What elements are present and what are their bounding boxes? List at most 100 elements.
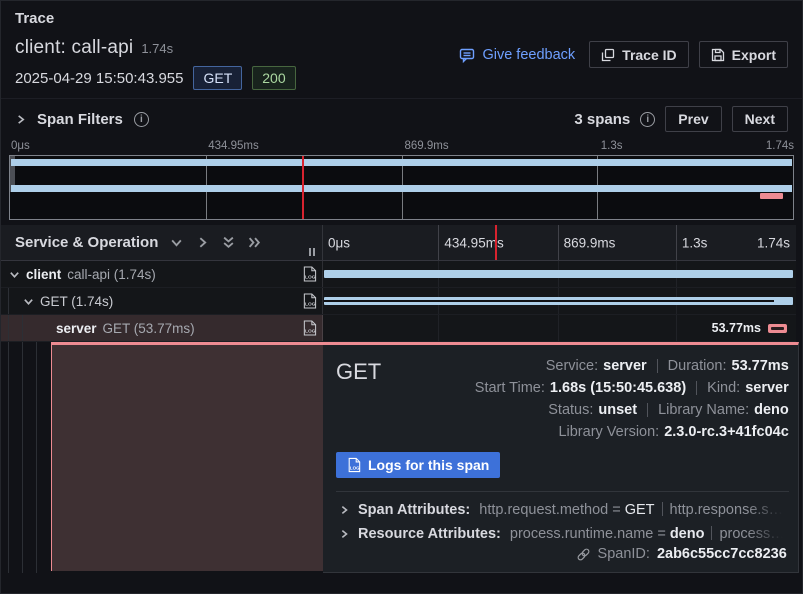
field-label: Library Version:: [558, 424, 659, 440]
span-service: server: [56, 321, 97, 336]
logs-for-span-button[interactable]: LOG Logs for this span: [336, 452, 500, 478]
comment-icon: [459, 47, 475, 63]
panel-title: Trace: [1, 1, 802, 29]
minimap-cursor-line: [302, 156, 304, 219]
span-operation: GET (1.74s): [40, 294, 113, 309]
info-icon[interactable]: i: [134, 112, 149, 127]
grip-icon[interactable]: [309, 248, 315, 256]
minimap-tick: 0μs: [11, 140, 30, 152]
indent-guide: [8, 342, 9, 573]
span-filters-bar: Span Filters i 3 spans i Prev Next: [1, 98, 802, 139]
minimap-span-bar-client: [11, 159, 792, 166]
indent-guide: [36, 342, 37, 573]
export-button[interactable]: Export: [699, 41, 788, 68]
axis-gridline: [558, 225, 559, 260]
field-value: deno: [754, 402, 789, 418]
field-value: 1.68s (15:50:45.638): [550, 380, 686, 396]
field-label: Start Time:: [475, 380, 545, 396]
chevron-down-icon[interactable]: [23, 296, 34, 307]
selected-span-highlight: [51, 342, 323, 571]
span-row-server[interactable]: server GET (53.77ms) LOG 53.77ms: [1, 315, 796, 342]
span-detail-title: GET: [336, 355, 381, 442]
resource-attributes-toggle[interactable]: Resource Attributes: process.runtime.nam…: [336, 522, 789, 546]
span-operation: call-api (1.74s): [67, 267, 156, 282]
span-operation: GET (53.77ms): [103, 321, 195, 336]
chevron-right-icon: [15, 114, 26, 125]
info-icon[interactable]: i: [640, 112, 655, 127]
svg-text:LOG: LOG: [305, 275, 316, 281]
indent-guide: [22, 342, 23, 573]
field-value: 53.77ms: [732, 358, 789, 374]
svg-text:LOG: LOG: [305, 302, 316, 308]
chevron-right-icon: [339, 505, 349, 515]
indent-guide: [22, 315, 23, 341]
span-attributes-preview: http.request.method=GEThttp.response.s…: [479, 502, 789, 518]
log-icon[interactable]: LOG: [302, 320, 317, 337]
trace-panel: Trace client: call-api 1.74s 2025-04-29 …: [0, 0, 803, 594]
resource-attributes-preview: process.runtime.name=denoprocess….: [510, 526, 789, 542]
span-id-label: SpanID:: [598, 546, 650, 562]
minimap-tick: 434.95ms: [208, 140, 259, 152]
field-label: Status:: [548, 402, 593, 418]
span-count: 3 spans: [574, 111, 630, 128]
span-bar-get[interactable]: [324, 297, 793, 305]
span-row-client[interactable]: client call-api (1.74s) LOG: [1, 261, 796, 288]
give-feedback-link[interactable]: Give feedback: [459, 47, 575, 63]
minimap-tick: 869.9ms: [405, 140, 449, 152]
minimap-tick: 1.3s: [601, 140, 623, 152]
span-id-footer: SpanID: 2ab6c55cc7cc8236: [336, 546, 789, 562]
indent-guide: [8, 288, 9, 314]
field-value: unset: [598, 402, 637, 418]
next-span-button[interactable]: Next: [732, 106, 788, 132]
double-chevron-down-icon[interactable]: [222, 236, 235, 249]
span-id-value[interactable]: 2ab6c55cc7cc8236: [657, 546, 787, 562]
trace-header: client: call-api 1.74s 2025-04-29 15:50:…: [1, 29, 802, 98]
table-header: Service & Operation: [1, 225, 796, 261]
field-label: Service:: [546, 358, 598, 374]
axis-gridline: [676, 225, 677, 260]
field-label: Duration:: [668, 358, 727, 374]
double-chevron-right-icon[interactable]: [248, 236, 261, 249]
prev-span-button[interactable]: Prev: [665, 106, 721, 132]
span-duration-label: 53.77ms: [712, 321, 761, 335]
trace-name: client: call-api: [15, 37, 133, 59]
chevron-down-icon[interactable]: [9, 269, 20, 280]
trace-timestamp: 2025-04-29 15:50:43.955: [15, 70, 183, 87]
trace-id-button[interactable]: Trace ID: [589, 41, 688, 68]
span-attributes-label: Span Attributes:: [358, 502, 470, 518]
span-filters-label: Span Filters: [37, 111, 123, 128]
minimap-tick: 1.74s: [766, 140, 794, 152]
timeline-minimap[interactable]: [9, 155, 794, 220]
span-detail-row: GET Service: server Duration: 53.77ms Star…: [1, 342, 796, 573]
field-value: server: [603, 358, 647, 374]
link-icon[interactable]: [576, 547, 591, 562]
svg-text:LOG: LOG: [305, 329, 316, 335]
log-icon[interactable]: LOG: [302, 266, 317, 283]
resource-attributes-label: Resource Attributes:: [358, 526, 501, 542]
field-label: Library Name:: [658, 402, 749, 418]
svg-text:LOG: LOG: [350, 465, 360, 470]
trace-span-table: Service & Operation: [1, 225, 796, 573]
span-bar-client[interactable]: [324, 270, 793, 278]
span-attributes-toggle[interactable]: Span Attributes: http.request.method=GET…: [336, 498, 789, 522]
minimap-tick-labels: 0μs 434.95ms 869.9ms 1.3s 1.74s: [9, 140, 794, 155]
axis-tick: 869.9ms: [564, 235, 616, 250]
log-icon[interactable]: LOG: [302, 293, 317, 310]
chevron-right-icon: [339, 529, 349, 539]
divider: [336, 491, 789, 492]
minimap-span-bar-server: [760, 193, 783, 199]
axis-cursor-line: [495, 225, 497, 260]
chevron-right-icon[interactable]: [196, 236, 209, 249]
span-row-get[interactable]: GET (1.74s) LOG: [1, 288, 796, 315]
axis-tick: 1.74s: [757, 235, 790, 250]
span-bar-server[interactable]: [768, 324, 787, 333]
axis-tick: 1.3s: [682, 235, 708, 250]
field-label: Kind:: [707, 380, 740, 396]
span-filters-toggle[interactable]: Span Filters i: [15, 111, 149, 128]
axis-tick: 0μs: [328, 235, 350, 250]
axis-gridline: [438, 225, 439, 260]
copy-icon: [601, 48, 615, 62]
chevron-down-icon[interactable]: [170, 236, 183, 249]
service-operation-header: Service & Operation: [15, 234, 158, 251]
span-service: client: [26, 267, 61, 282]
